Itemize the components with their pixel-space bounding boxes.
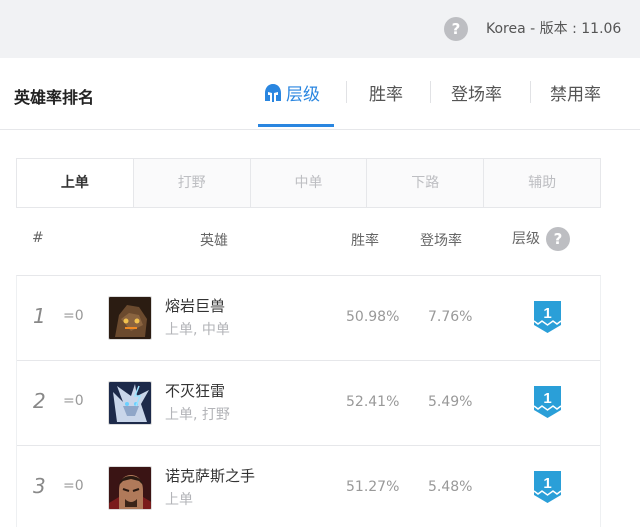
win-rate: 52.41% [346,394,400,410]
table-row[interactable]: 1 =0 熔岩巨兽 上单, 中单 50.98% 7.76% 1 [17,276,600,361]
tab-divider [530,81,531,103]
rank-number: 3 [33,474,46,498]
page-title: 英雄率排名 [14,88,95,107]
tier-badge-icon: 1 [533,301,562,333]
active-tab-indicator [258,124,334,127]
tab-tier[interactable]: 层级 [264,80,320,105]
table-row[interactable]: 2 =0 不灭狂雷 上单, 打野 52.41% 5.49% 1 [17,361,600,446]
lane-jungle[interactable]: 打野 [134,159,251,207]
lane-filter: 上单 打野 中单 下路 辅助 [16,158,601,208]
tab-pickrate[interactable]: 登场率 [451,80,502,105]
table-row[interactable]: 3 =0 诺克萨斯之手 上单 51.27% 5.48% 1 [17,446,600,527]
tier-value: 1 [543,305,551,322]
volibear-portrait [109,382,151,424]
hero-avatar[interactable] [108,296,152,340]
rank-change: =0 [63,393,84,409]
darius-portrait [109,467,151,509]
tier-badge-icon: 1 [533,386,562,418]
pick-rate: 5.49% [428,394,473,410]
column-hero: 英雄 [200,233,228,249]
column-rank: # [32,230,44,246]
tier-badge-icon: 1 [533,471,562,503]
tier-value: 1 [543,390,551,407]
lane-top[interactable]: 上单 [17,159,134,207]
lane-mid[interactable]: 中单 [251,159,368,207]
tier-help-icon[interactable]: ? [546,227,570,251]
rank-number: 2 [33,389,46,413]
hero-roles: 上单, 打野 [165,407,230,423]
hero-avatar[interactable] [108,381,152,425]
pick-rate: 5.48% [428,479,473,495]
pick-rate: 7.76% [428,309,473,325]
hero-table: 1 =0 熔岩巨兽 上单, 中单 50.98% 7.76% 1 2 =0 不灭狂… [16,275,601,527]
column-tier-label: 层级 [512,231,540,247]
column-pickrate[interactable]: 登场率 [420,230,462,250]
win-rate: 51.27% [346,479,400,495]
tab-tier-label: 层级 [286,85,320,105]
lane-bottom[interactable]: 下路 [367,159,485,207]
top-bar: ? Korea - 版本 : 11.06 [0,0,640,58]
hero-name[interactable]: 不灭狂雷 [165,380,225,401]
malphite-portrait [109,297,151,339]
helmet-icon [265,84,281,102]
tier-value: 1 [543,475,551,492]
tab-divider [430,81,431,103]
win-rate: 50.98% [346,309,400,325]
rank-change: =0 [63,308,84,324]
column-tier: 层级? [512,227,570,251]
region-version-label: Korea - 版本 : 11.06 [486,21,622,37]
hero-name[interactable]: 熔岩巨兽 [165,295,225,316]
tab-winrate[interactable]: 胜率 [369,80,403,105]
hero-roles: 上单, 中单 [165,322,230,338]
lane-support[interactable]: 辅助 [484,159,600,207]
help-icon[interactable]: ? [444,17,468,41]
hero-roles: 上单 [165,492,193,508]
rank-number: 1 [33,304,46,328]
tab-divider [346,81,347,103]
ranking-header: 英雄率排名 层级 胜率 登场率 禁用率 [0,58,640,130]
rank-change: =0 [63,478,84,494]
hero-avatar[interactable] [108,466,152,510]
hero-name[interactable]: 诺克萨斯之手 [165,465,255,486]
ranking-panel: 上单 打野 中单 下路 辅助 # 英雄 胜率 登场率 层级? 1 =0 熔岩巨兽… [0,130,640,527]
column-winrate[interactable]: 胜率 [351,230,379,250]
tab-banrate[interactable]: 禁用率 [550,80,601,105]
